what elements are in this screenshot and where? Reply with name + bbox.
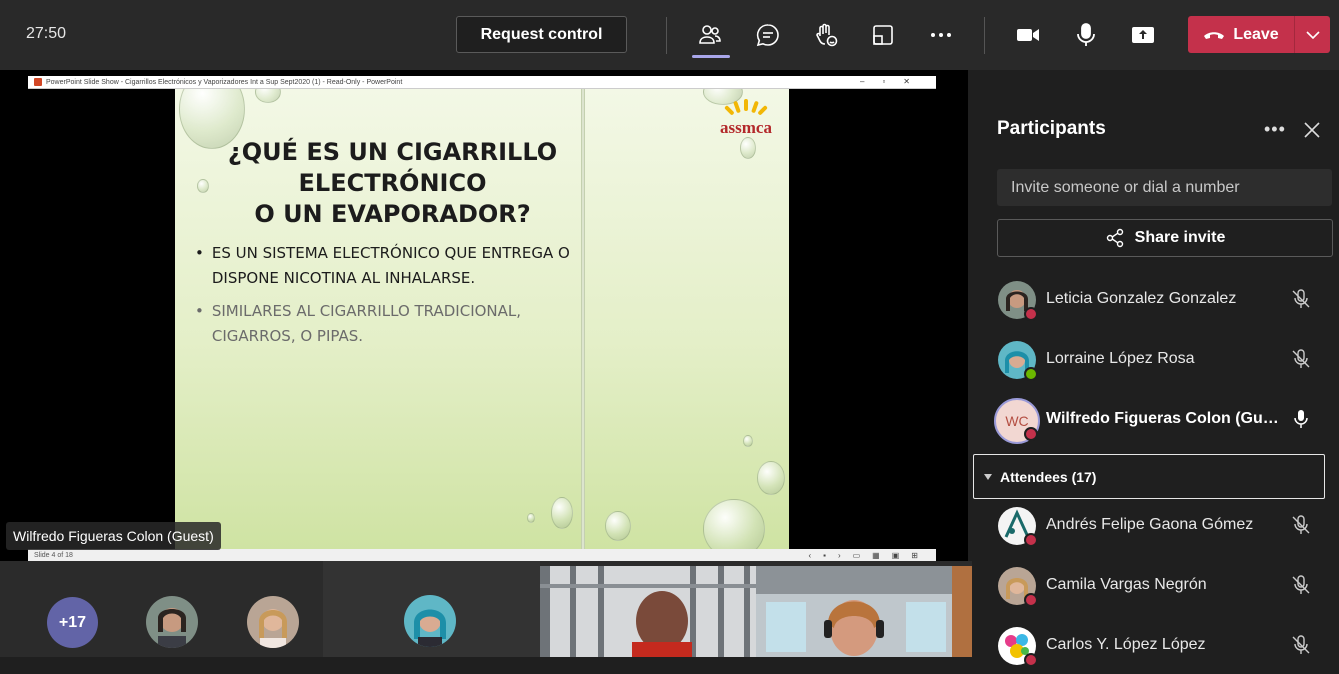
- attendees-section-header[interactable]: Attendees (17): [973, 454, 1325, 499]
- slide-bullet-text: SIMILARES AL CIGARRILLO TRADICIONAL, CIG…: [211, 302, 522, 345]
- water-drop-decoration: [743, 435, 753, 447]
- participant-name: Lorraine López Rosa: [1046, 350, 1195, 367]
- water-drop-decoration: [197, 179, 209, 193]
- participant-tile[interactable]: [323, 561, 540, 657]
- leave-main[interactable]: Leave: [1188, 16, 1294, 53]
- share-icon: [1106, 228, 1123, 248]
- bullet-dot: •: [195, 302, 204, 320]
- participant-row[interactable]: Camila Vargas Negrón: [972, 558, 1339, 614]
- mic-muted-icon[interactable]: [1290, 288, 1312, 310]
- hang-up-icon: [1204, 31, 1225, 39]
- leave-label: Leave: [1233, 25, 1279, 43]
- presence-busy-icon: [1024, 593, 1038, 607]
- participant-name: Wilfredo Figueras Colon (Guest): [1046, 410, 1281, 427]
- leave-button[interactable]: Leave: [1188, 16, 1330, 53]
- meeting-timer: 27:50: [26, 25, 67, 42]
- more-actions-icon[interactable]: [926, 20, 956, 50]
- participant-name: Andrés Felipe Gaona Gómez: [1046, 516, 1254, 533]
- water-drop-decoration: [605, 511, 631, 541]
- slide-bullet-text: ES UN SISTEMA ELECTRÓNICO QUE ENTREGA O …: [211, 244, 570, 287]
- participant-name: Leticia Gonzalez Gonzalez: [1046, 290, 1237, 307]
- powerpoint-logo-icon: [34, 78, 42, 86]
- participant-name: Camila Vargas Negrón: [1046, 576, 1207, 593]
- presence-busy-icon: [1024, 653, 1038, 667]
- presence-available-icon: [1024, 367, 1038, 381]
- slide-title: ¿QUÉ ES UN CIGARRILLO ELECTRÓNICO O UN E…: [215, 137, 570, 230]
- slide-divider: [581, 89, 585, 549]
- slide-title-line: O UN EVAPORADOR?: [254, 200, 531, 228]
- participant-row[interactable]: Carlos Y. López López: [972, 618, 1339, 674]
- sun-rays-icon: [724, 99, 768, 115]
- slideshow-status-bar: Slide 4 of 18 ‹▪›▭▦▣⊞: [28, 549, 936, 561]
- raise-hand-icon[interactable]: [811, 20, 841, 50]
- mic-muted-icon[interactable]: [1290, 634, 1312, 656]
- slide-counter: Slide 4 of 18: [34, 551, 73, 559]
- water-drop-decoration: [255, 89, 281, 103]
- presence-dnd-icon: [1024, 427, 1038, 441]
- presenter-name-tag: Wilfredo Figueras Colon (Guest): [6, 522, 221, 550]
- bullet-dot: •: [195, 244, 204, 262]
- avatar[interactable]: [404, 595, 456, 647]
- window-controls: –▫✕: [860, 77, 928, 86]
- microphone-icon[interactable]: [1071, 20, 1101, 50]
- toolbar-divider: [666, 17, 667, 54]
- shared-content-stage: PowerPoint Slide Show - Cigarrillos Elec…: [0, 70, 968, 561]
- camera-icon[interactable]: [1013, 20, 1043, 50]
- meeting-toolbar: 27:50 Request control Leave: [0, 0, 1339, 70]
- avatar-initials: WC: [1005, 413, 1029, 429]
- slide-bullet: • SIMILARES AL CIGARRILLO TRADICIONAL, C…: [195, 299, 555, 349]
- mic-muted-icon[interactable]: [1290, 574, 1312, 596]
- presence-busy-icon: [1024, 533, 1038, 547]
- water-drop-decoration: [703, 499, 765, 549]
- caret-down-icon: [984, 473, 992, 480]
- share-screen-icon[interactable]: [1128, 20, 1158, 50]
- overflow-participants-badge[interactable]: +17: [47, 597, 98, 648]
- water-drop-decoration: [527, 513, 535, 523]
- avatar[interactable]: [146, 596, 198, 648]
- water-drop-decoration: [551, 497, 573, 529]
- participant-gallery: +17: [0, 561, 972, 657]
- share-invite-button[interactable]: Share invite: [997, 219, 1333, 257]
- invite-search-input[interactable]: [997, 169, 1332, 206]
- powerpoint-window-bar: PowerPoint Slide Show - Cigarrillos Elec…: [28, 76, 936, 89]
- chat-icon[interactable]: [753, 20, 783, 50]
- participants-panel: Participants ••• Share invite Leticia Go…: [972, 70, 1339, 667]
- mic-muted-icon[interactable]: [1290, 348, 1312, 370]
- participant-video-tile[interactable]: [540, 566, 756, 657]
- mic-on-icon[interactable]: [1290, 408, 1312, 430]
- close-icon[interactable]: [1302, 120, 1322, 140]
- slide-title-line: ELECTRÓNICO: [298, 169, 487, 197]
- participant-name: Carlos Y. López López: [1046, 636, 1206, 653]
- participant-row[interactable]: Lorraine López Rosa: [972, 332, 1339, 388]
- panel-title: Participants: [997, 118, 1106, 139]
- leave-options-chevron-down-icon[interactable]: [1295, 30, 1330, 39]
- participant-row[interactable]: Andrés Felipe Gaona Gómez: [972, 498, 1339, 554]
- slideshow-controls[interactable]: ‹▪›▭▦▣⊞: [808, 551, 930, 560]
- toolbar-divider: [984, 17, 985, 54]
- water-drop-decoration: [757, 461, 785, 495]
- slide-bullet: • ES UN SISTEMA ELECTRÓNICO QUE ENTREGA …: [195, 241, 575, 291]
- assmca-logo: assmca: [715, 99, 777, 138]
- powerpoint-window-title: PowerPoint Slide Show - Cigarrillos Elec…: [46, 78, 403, 86]
- participant-row[interactable]: Leticia Gonzalez Gonzalez: [972, 272, 1339, 328]
- attendees-header-label: Attendees (17): [1000, 468, 1097, 485]
- water-drop-decoration: [740, 137, 756, 159]
- participant-video-tile[interactable]: [756, 566, 972, 657]
- people-icon[interactable]: [695, 20, 725, 50]
- presence-busy-icon: [1024, 307, 1038, 321]
- slide-title-line: ¿QUÉ ES UN CIGARRILLO: [227, 138, 558, 166]
- presentation-slide: ¿QUÉ ES UN CIGARRILLO ELECTRÓNICO O UN E…: [175, 89, 789, 549]
- active-tab-indicator: [692, 55, 730, 58]
- share-tray-icon[interactable]: [868, 20, 898, 50]
- assmca-logo-text: assmca: [720, 118, 772, 137]
- avatar[interactable]: [247, 596, 299, 648]
- request-control-button[interactable]: Request control: [456, 16, 627, 53]
- participant-row[interactable]: WC Wilfredo Figueras Colon (Guest): [972, 392, 1339, 448]
- panel-more-options-icon[interactable]: •••: [1264, 119, 1286, 140]
- share-invite-label: Share invite: [1134, 229, 1226, 246]
- mic-muted-icon[interactable]: [1290, 514, 1312, 536]
